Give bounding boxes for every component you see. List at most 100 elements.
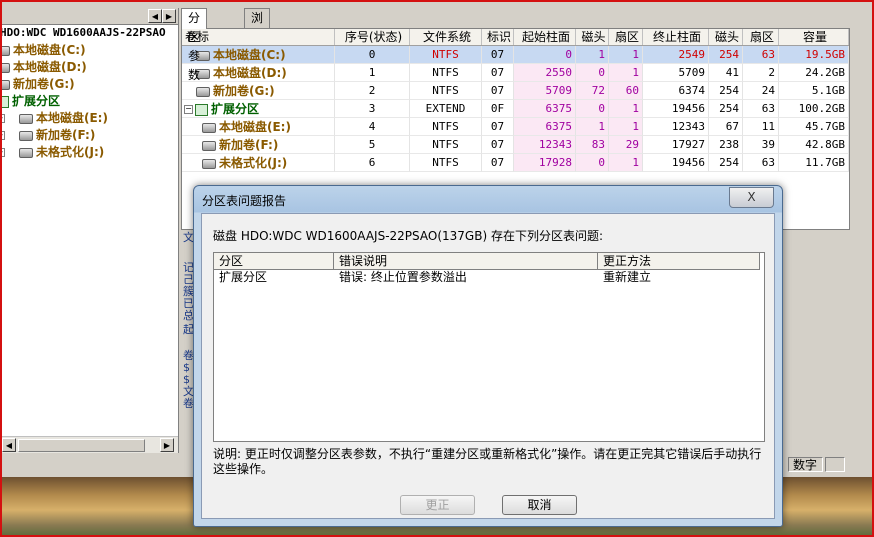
fix-button[interactable]: 更正 <box>400 495 475 515</box>
expand-icon[interactable]: + <box>0 114 5 123</box>
volume-label: 扩展分区 <box>211 102 260 116</box>
cell-end-sec: 2 <box>743 64 779 82</box>
expand-icon[interactable]: + <box>0 131 5 140</box>
cell-start-cyl: 17928 <box>514 154 576 172</box>
tree-item-label: 本地磁盘(C:) <box>13 43 86 57</box>
tree-item[interactable]: + 本地磁盘(E:) <box>0 110 178 127</box>
scroll-right-icon[interactable]: ▶ <box>160 438 174 452</box>
cell-size: 42.8GB <box>779 136 849 154</box>
cell-id: 0F <box>482 100 514 118</box>
table-row[interactable]: 本地磁盘(E:) 4 NTFS 07 6375 1 1 12343 67 11 45.7GB <box>182 118 849 136</box>
disk-header[interactable]: HDO:WDC WD1600AAJS-22PSAO <box>0 26 178 40</box>
table-row[interactable]: 新加卷(F:) 5 NTFS 07 12343 83 29 17927 238 39 42.8GB <box>182 136 849 154</box>
tree-item-label: 扩展分区 <box>12 94 61 108</box>
cell-start-head: 72 <box>576 82 609 100</box>
close-icon[interactable]: X <box>729 187 774 208</box>
cell-label: 本地磁盘(E:) <box>182 118 335 136</box>
cell-index: 2 <box>335 82 410 100</box>
tab-partition-params[interactable]: 分区参数 <box>181 8 208 82</box>
cell-id: 07 <box>482 82 514 100</box>
cell-size: 5.1GB <box>779 82 849 100</box>
cancel-button[interactable]: 取消 <box>502 495 577 515</box>
cell-end-head: 41 <box>709 64 743 82</box>
column-header[interactable]: 磁头 <box>576 29 609 45</box>
extended-partition-icon <box>195 103 208 116</box>
column-header[interactable]: 标识 <box>482 29 514 45</box>
cell-fs: NTFS <box>410 82 482 100</box>
problem-error: 错误: 终止位置参数溢出 <box>339 270 467 284</box>
problem-fix: 重新建立 <box>603 270 652 284</box>
cell-fs: NTFS <box>410 64 482 82</box>
tab-browse-files[interactable]: 浏览文件 <box>244 8 271 82</box>
tree-item-label: 新加卷(G:) <box>13 77 75 91</box>
column-partition[interactable]: 分区 <box>214 253 334 269</box>
column-header[interactable]: 卷标 <box>182 29 335 45</box>
column-header[interactable]: 终止柱面 <box>643 29 709 45</box>
collapse-icon[interactable]: − <box>184 105 193 114</box>
scroll-left-icon[interactable]: ◀ <box>2 438 16 452</box>
cell-fs: NTFS <box>410 154 482 172</box>
expand-icon[interactable]: + <box>0 148 5 157</box>
cell-end-cyl: 6374 <box>643 82 709 100</box>
cell-start-cyl: 2550 <box>514 64 576 82</box>
cell-end-head: 238 <box>709 136 743 154</box>
cell-start-head: 0 <box>576 64 609 82</box>
column-header[interactable]: 磁头 <box>709 29 743 45</box>
drive-icon <box>19 113 33 124</box>
tree-horizontal-scrollbar[interactable]: ◀ ▶ <box>0 436 178 453</box>
tree-item[interactable]: 本地磁盘(D:) <box>0 59 178 76</box>
cell-end-head: 254 <box>709 100 743 118</box>
column-fix[interactable]: 更正方法 <box>598 253 760 269</box>
cell-index: 1 <box>335 64 410 82</box>
scroll-thumb[interactable] <box>18 439 145 452</box>
cell-start-cyl: 0 <box>514 46 576 64</box>
column-header[interactable]: 容量 <box>779 29 849 45</box>
table-row[interactable]: 本地磁盘(D:) 1 NTFS 07 2550 0 1 5709 41 2 24.2GB <box>182 64 849 82</box>
tree-item-label: 新加卷(F:) <box>36 128 96 142</box>
drive-icon <box>202 140 216 151</box>
cell-index: 6 <box>335 154 410 172</box>
tree-item[interactable]: 本地磁盘(C:) <box>0 42 178 59</box>
cell-size: 100.2GB <box>779 100 849 118</box>
tree-item-label: 本地磁盘(E:) <box>36 111 108 125</box>
tree-item[interactable]: 扩展分区 <box>0 93 178 110</box>
tree-item[interactable]: 新加卷(G:) <box>0 76 178 93</box>
cell-index: 4 <box>335 118 410 136</box>
cell-start-sec: 1 <box>609 64 643 82</box>
list-item[interactable]: 扩展分区 错误: 终止位置参数溢出 重新建立 <box>214 269 760 285</box>
table-row[interactable]: 新加卷(G:) 2 NTFS 07 5709 72 60 6374 254 24 5.1GB <box>182 82 849 100</box>
extended-partition-icon <box>0 95 9 108</box>
tree-top-scrollbar[interactable]: ◀ ▶ <box>0 8 178 25</box>
scroll-left-icon[interactable]: ◀ <box>148 9 162 23</box>
table-row[interactable]: 本地磁盘(C:) 0 NTFS 07 0 1 1 2549 254 63 19.5GB <box>182 46 849 64</box>
cell-id: 07 <box>482 136 514 154</box>
volume-label: 本地磁盘(D:) <box>213 66 287 80</box>
cell-size: 19.5GB <box>779 46 849 64</box>
cell-label: 新加卷(F:) <box>182 136 335 154</box>
tree-item[interactable]: + 未格式化(J:) <box>0 144 178 161</box>
column-header[interactable]: 起始柱面 <box>514 29 576 45</box>
column-error[interactable]: 错误说明 <box>334 253 598 269</box>
column-header[interactable]: 序号(状态) <box>335 29 410 45</box>
problem-list[interactable]: 分区 错误说明 更正方法 扩展分区 错误: 终止位置参数溢出 重新建立 <box>213 252 765 442</box>
cell-start-sec: 1 <box>609 100 643 118</box>
scroll-right-icon[interactable]: ▶ <box>162 9 176 23</box>
table-row[interactable]: − 扩展分区 3 EXTEND 0F 6375 0 1 19456 254 63 100.2GB <box>182 100 849 118</box>
column-header[interactable]: 文件系统 <box>410 29 482 45</box>
cell-end-sec: 63 <box>743 100 779 118</box>
cell-start-cyl: 12343 <box>514 136 576 154</box>
table-row[interactable]: 未格式化(J:) 6 NTFS 07 17928 0 1 19456 254 63 11.7GB <box>182 154 849 172</box>
tree-item[interactable]: + 新加卷(F:) <box>0 127 178 144</box>
dialog-note: 说明: 更正时仅调整分区表参数，不执行“重建分区或重新格式化”操作。请在更正完其… <box>213 447 762 476</box>
column-header[interactable]: 扇区 <box>609 29 643 45</box>
cell-end-cyl: 17927 <box>643 136 709 154</box>
drive-icon <box>202 158 216 169</box>
cell-end-sec: 39 <box>743 136 779 154</box>
volume-label: 未格式化(J:) <box>219 156 288 170</box>
column-header[interactable]: 扇区 <box>743 29 779 45</box>
drive-icon <box>0 79 10 90</box>
cell-end-cyl: 19456 <box>643 154 709 172</box>
drive-icon <box>19 147 33 158</box>
tree-item-label: 本地磁盘(D:) <box>13 60 87 74</box>
dialog-title: 分区表问题报告 <box>202 194 287 208</box>
